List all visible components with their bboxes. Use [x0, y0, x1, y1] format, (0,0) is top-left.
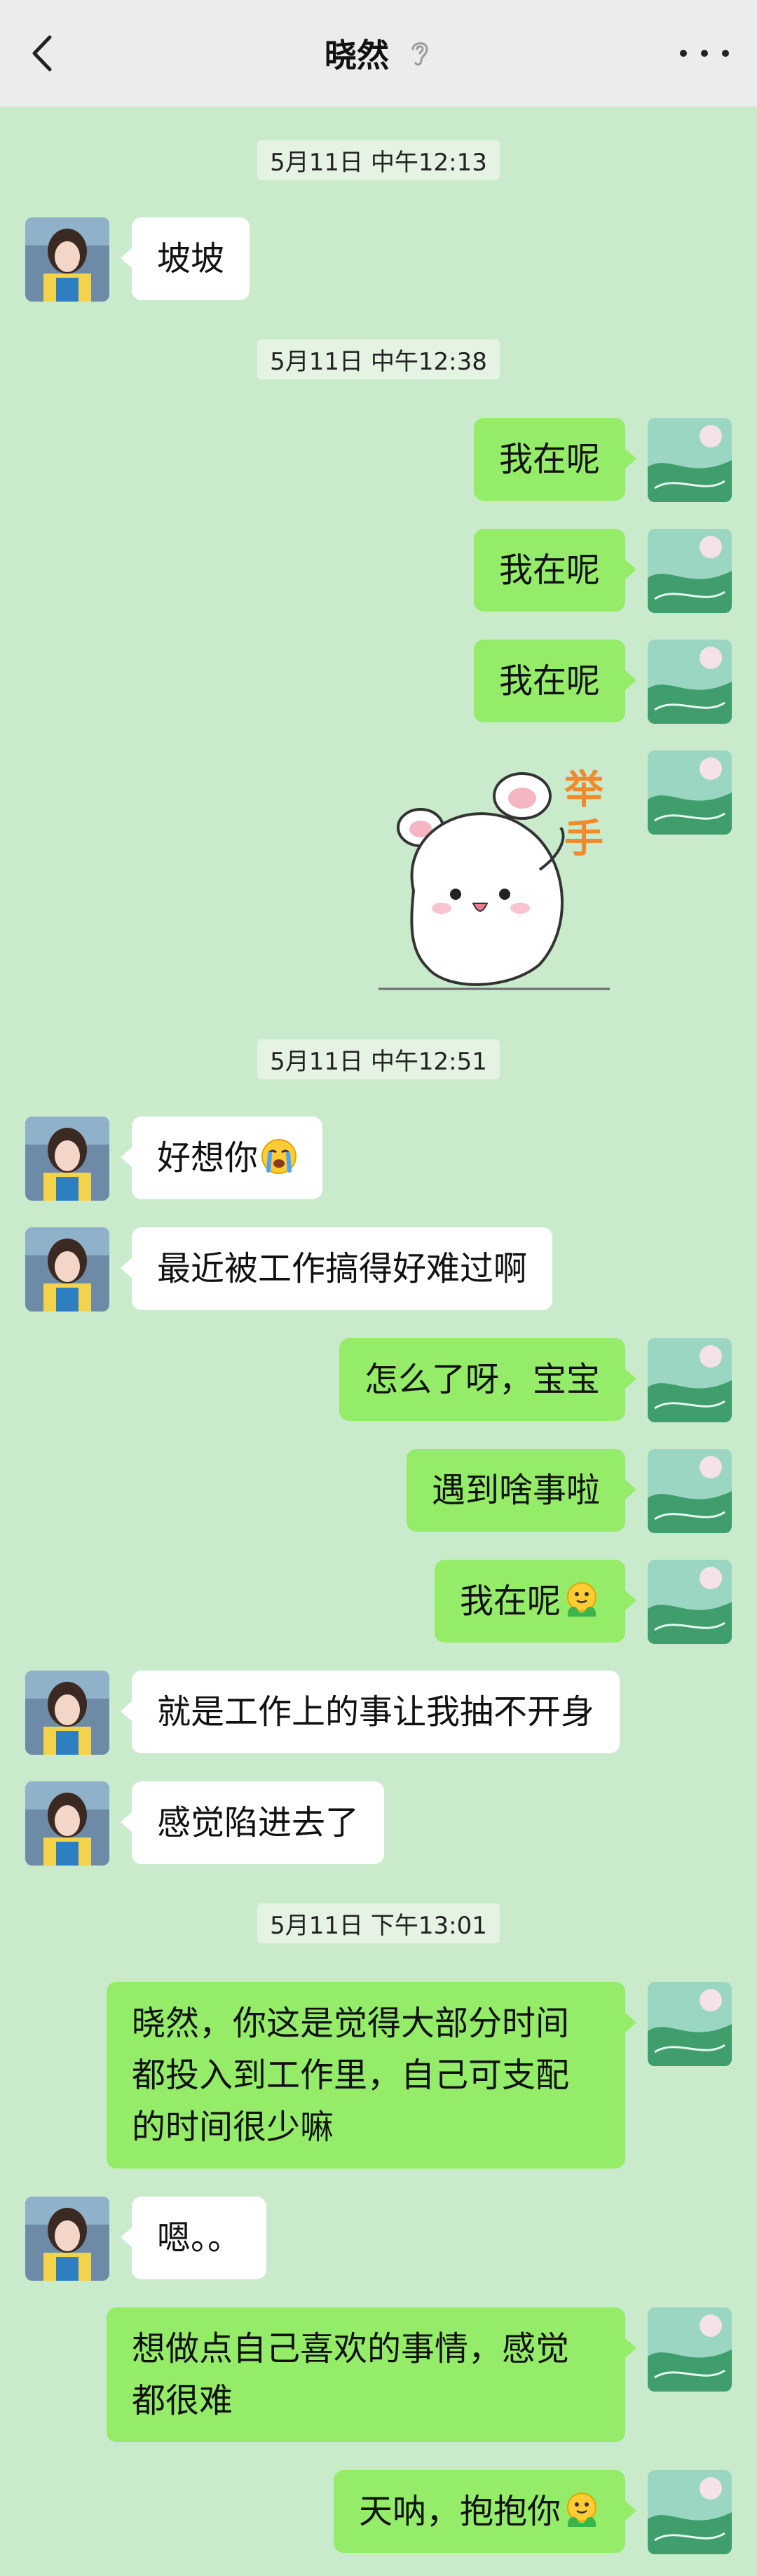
more-dot	[680, 50, 687, 57]
self-avatar[interactable]	[648, 418, 732, 502]
message-bubble[interactable]: 感觉陷进去了	[120, 1781, 385, 1864]
message-bubble[interactable]: 就是工作上的事让我抽不开身	[120, 1671, 620, 1753]
more-button[interactable]	[680, 39, 729, 67]
self-avatar[interactable]	[648, 640, 732, 724]
self-avatar[interactable]	[648, 750, 732, 835]
contact-avatar[interactable]	[25, 1671, 109, 1755]
crying-face-icon	[261, 1138, 297, 1174]
message-bubble[interactable]: 怎么了呀，宝宝	[339, 1338, 637, 1421]
bunny-sticker[interactable]: 举 手	[371, 750, 638, 996]
self-avatar[interactable]	[648, 2470, 732, 2554]
contact-avatar[interactable]	[25, 1781, 109, 1866]
message-bubble[interactable]: 最近被工作搞得好难过啊	[120, 1227, 553, 1310]
timestamp: 5月11日 下午13:01	[0, 1903, 757, 1943]
contact-avatar[interactable]	[25, 217, 109, 302]
self-avatar[interactable]	[648, 1338, 732, 1422]
timestamp: 5月11日 中午12:13	[0, 140, 757, 180]
ear-icon	[407, 38, 432, 69]
self-avatar[interactable]	[648, 1982, 732, 2066]
message-bubble[interactable]: 我在呢	[473, 418, 637, 501]
message-bubble[interactable]: 我在呢	[473, 529, 637, 612]
self-avatar[interactable]	[648, 1560, 732, 1644]
chat-screen: 晓然 5月11日 中午12:13 坡坡 5月11日 中午12:38 我在呢 我在…	[0, 0, 757, 2576]
chat-header: 晓然	[0, 0, 757, 107]
message-bubble[interactable]: 遇到啥事啦	[406, 1449, 637, 1532]
sticker-text-1: 举	[564, 767, 604, 811]
timestamp: 5月11日 中午12:51	[0, 1039, 757, 1079]
message-bubble[interactable]: 好想你	[120, 1117, 323, 1199]
contact-avatar[interactable]	[25, 1227, 109, 1311]
message-bubble[interactable]: 我在呢	[434, 1560, 637, 1643]
more-dot	[722, 50, 729, 57]
self-avatar[interactable]	[648, 1449, 732, 1533]
hug-face-icon	[564, 2491, 600, 2528]
hug-face-icon	[564, 1581, 600, 1617]
message-bubble[interactable]: 想做点自己喜欢的事情，感觉都很难	[107, 2307, 636, 2442]
title-wrap: 晓然	[0, 0, 757, 107]
sticker-text-2: 手	[564, 816, 603, 861]
contact-avatar[interactable]	[25, 2197, 109, 2281]
more-dot	[701, 50, 708, 57]
message-bubble[interactable]: 晓然，你这是觉得大部分时间都投入到工作里，自己可支配的时间很少嘛	[107, 1982, 636, 2169]
self-avatar[interactable]	[648, 2307, 732, 2392]
chat-title: 晓然	[325, 36, 389, 74]
message-bubble[interactable]: 坡坡	[120, 217, 250, 300]
message-bubble[interactable]: 天呐，抱抱你	[333, 2470, 637, 2553]
contact-avatar[interactable]	[25, 1117, 109, 1201]
message-bubble[interactable]: 嗯。。	[120, 2197, 267, 2279]
self-avatar[interactable]	[648, 529, 732, 613]
timestamp: 5月11日 中午12:38	[0, 339, 757, 379]
message-bubble[interactable]: 我在呢	[473, 640, 637, 722]
